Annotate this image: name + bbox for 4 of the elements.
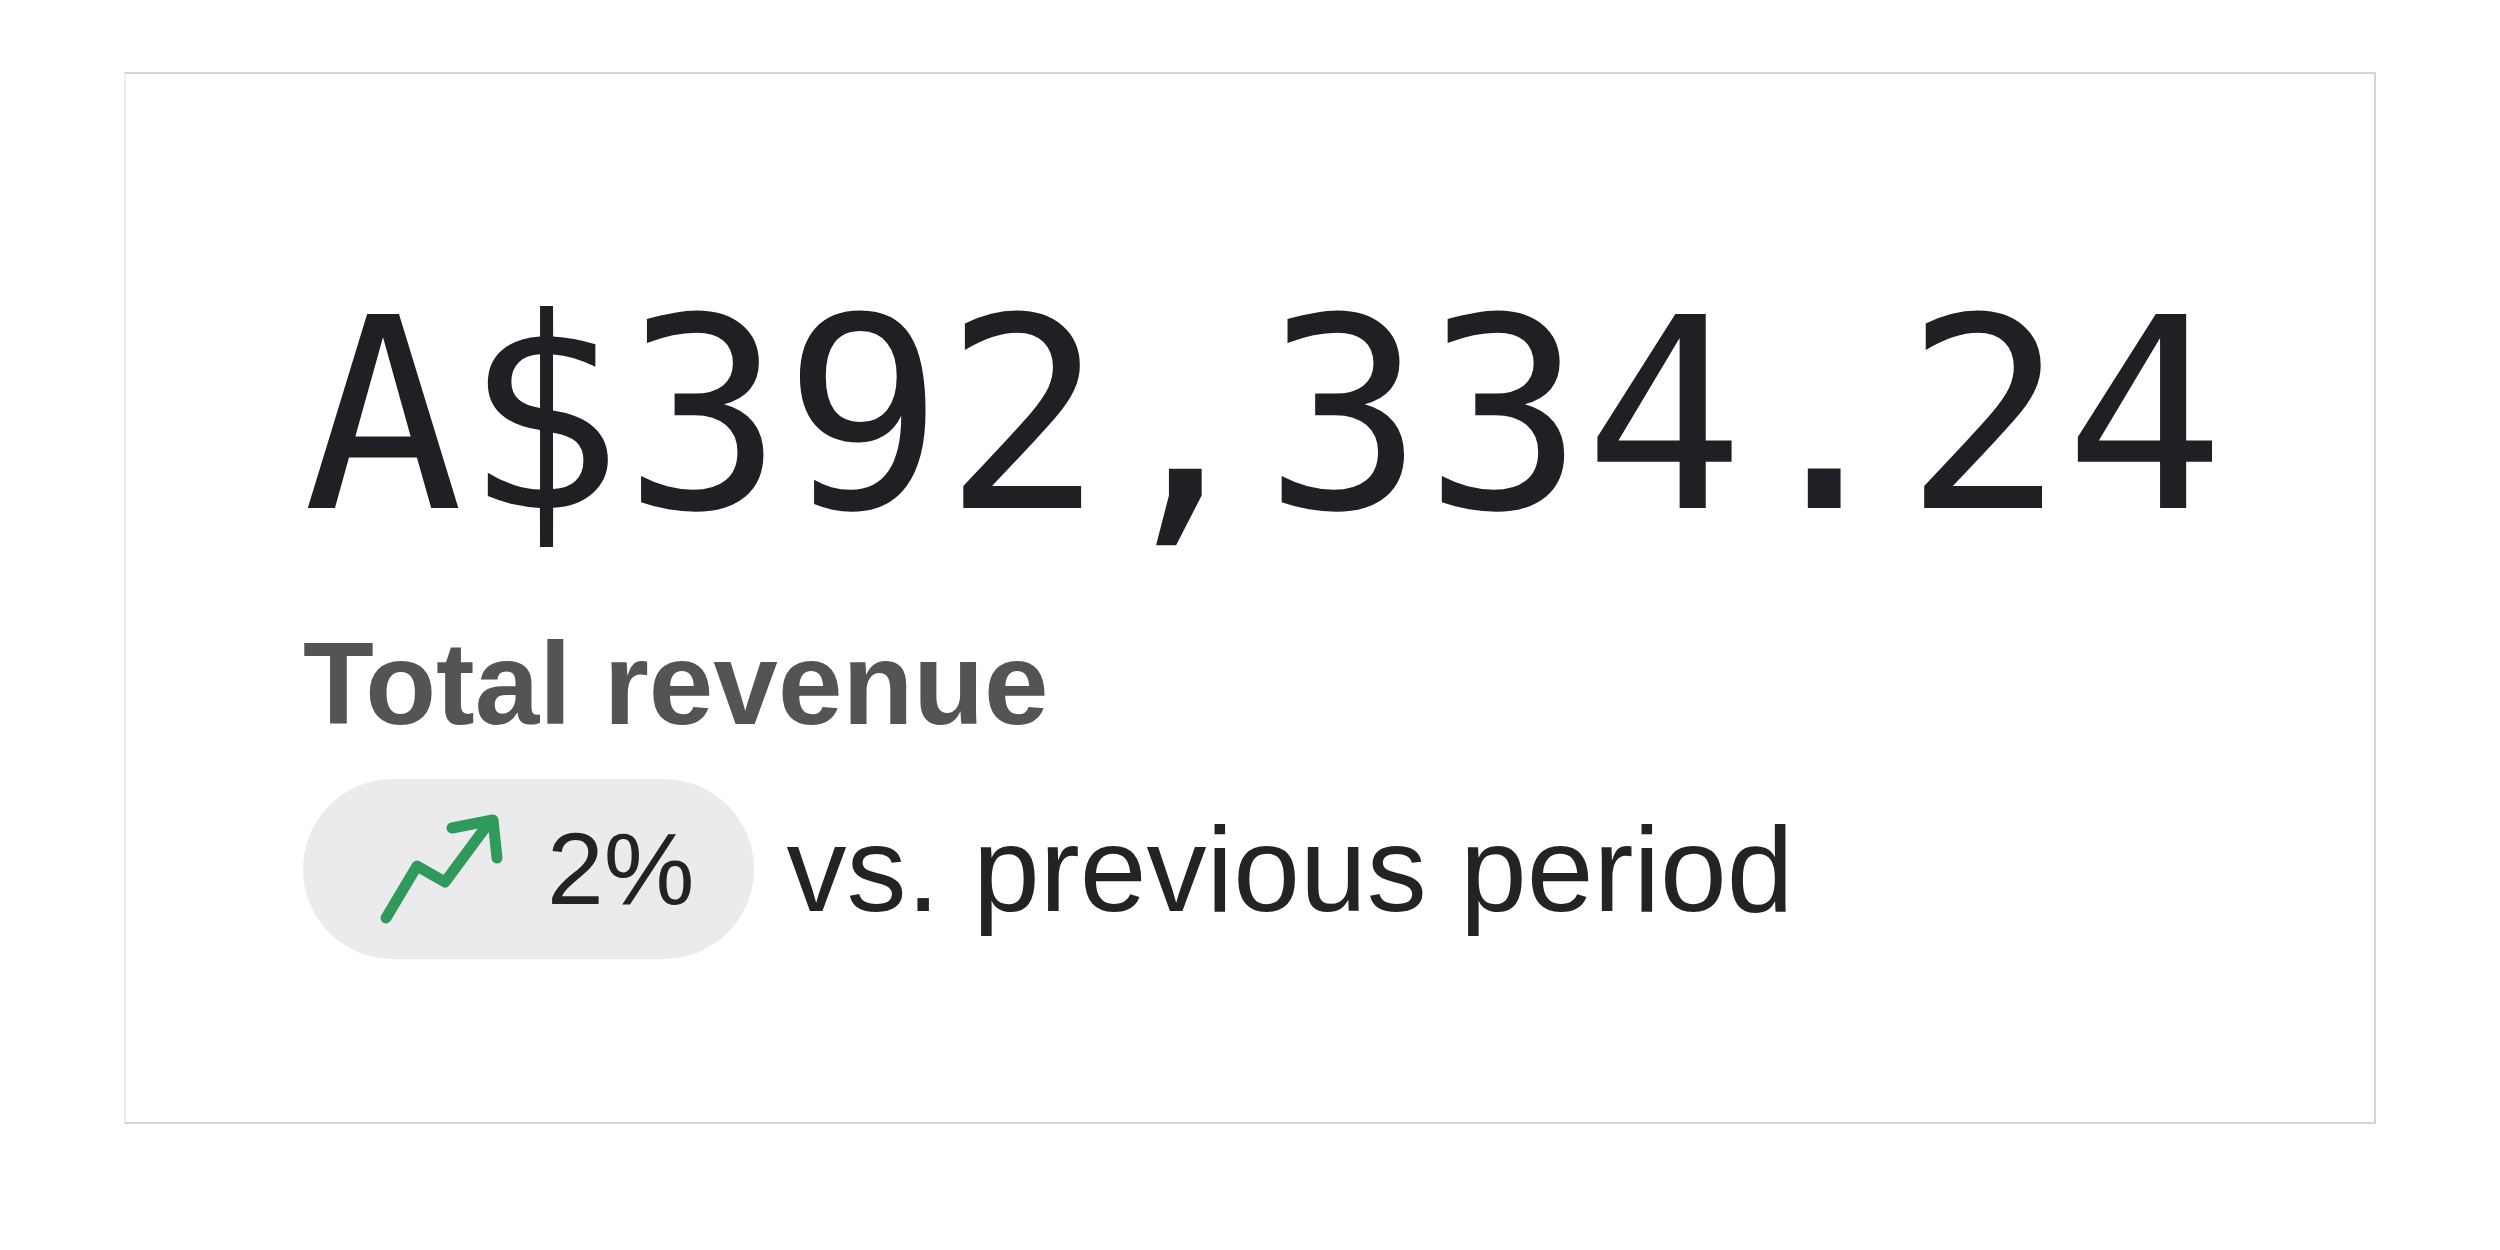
comparison-text: vs. previous period bbox=[786, 801, 1794, 938]
metric-value: A$392,334.24 bbox=[303, 283, 2225, 549]
change-percent: 2% bbox=[547, 810, 695, 928]
metric-label: Total revenue bbox=[303, 626, 1049, 742]
